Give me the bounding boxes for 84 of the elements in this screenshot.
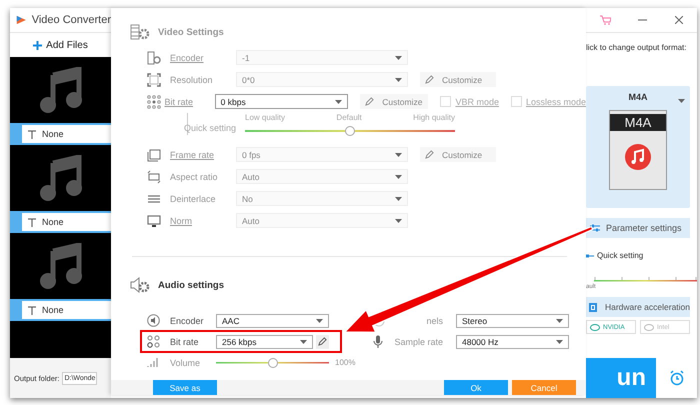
section-title: Video Settings (158, 26, 224, 38)
add-files-button[interactable]: Add Files (27, 38, 94, 52)
oval-icon (644, 324, 654, 330)
close-icon[interactable] (675, 16, 684, 24)
dots-icon (147, 94, 161, 108)
output-format-card[interactable]: M4A M4A (586, 86, 690, 208)
slider-thumb[interactable] (345, 126, 355, 136)
speaker-gear-icon (130, 277, 150, 293)
dropdown-caret-icon (556, 340, 563, 344)
quality-label: Low quality (245, 113, 286, 122)
setting-label: Bit rate (170, 336, 200, 346)
pencil-icon (318, 337, 327, 346)
dropdown-caret-icon (316, 318, 323, 322)
dropdown-caret-icon (300, 340, 307, 344)
music-note-icon (38, 67, 82, 113)
music-note-icon (38, 155, 82, 201)
format-name: M4A (628, 92, 648, 102)
oval-icon (590, 324, 600, 330)
pencil-icon (425, 150, 434, 159)
text-icon (28, 306, 36, 314)
text-icon (28, 218, 36, 226)
parameter-settings-button[interactable]: Parameter settings (586, 218, 690, 238)
dropdown-caret-icon (556, 318, 563, 322)
quality-label: Default (336, 113, 362, 122)
setting-label: nels (425, 316, 444, 326)
dropdown-caret-icon (678, 99, 685, 103)
subtitle-field[interactable]: None (22, 213, 111, 231)
frame-corners-icon (147, 72, 161, 86)
dropdown-caret-icon (395, 56, 402, 60)
checkbox[interactable]: VBR mode (440, 96, 499, 107)
microphone-icon (373, 334, 383, 348)
format-hint: lick to change output format: (586, 43, 688, 52)
dropdown-caret-icon (395, 174, 402, 178)
dropdown[interactable]: Stereo (456, 314, 569, 328)
subtitle-field[interactable]: None (22, 125, 111, 143)
app-title: Video Converter (32, 14, 111, 26)
setting-label: Aspect ratio (170, 172, 219, 182)
circles-icon (147, 335, 160, 348)
setting-link[interactable]: Bit rate (164, 96, 215, 106)
quick-setting-label: Quick setting (187, 113, 240, 135)
minimize-icon[interactable] (638, 19, 648, 21)
logo-icon (16, 14, 27, 26)
cancel-button[interactable]: Cancel (512, 380, 576, 395)
setting-label: Encoder (170, 316, 205, 326)
slider-icon (586, 254, 594, 258)
volume-reading: 100% (335, 358, 356, 367)
text-icon (28, 130, 36, 138)
sliders-icon (590, 223, 600, 233)
speaker-icon (147, 314, 160, 327)
dropdown[interactable]: 0 kbps (214, 94, 348, 109)
setting-label: Deinterlace (170, 194, 217, 204)
alarm-clock-icon[interactable] (668, 370, 684, 386)
setting-label: Resolution (170, 74, 214, 84)
subtitle-field[interactable]: None (22, 301, 111, 319)
dropdown-caret-icon (395, 196, 402, 200)
dropdown-caret-icon (395, 218, 402, 222)
m4a-file-icon: M4A (609, 110, 667, 190)
dropdown[interactable]: 256 kbps (216, 334, 313, 348)
volume-bars-icon (147, 357, 159, 368)
section-title: Audio settings (158, 280, 224, 290)
pencil-icon (365, 97, 374, 106)
slider-thumb[interactable] (268, 358, 278, 368)
cart-icon[interactable] (600, 15, 611, 25)
frame-icon (147, 148, 161, 162)
setting-label: Volume (170, 358, 202, 368)
dropdown-caret-icon (395, 78, 402, 82)
pencil-icon (425, 75, 434, 84)
run-button[interactable]: un (586, 358, 656, 398)
dropdown[interactable]: AAC (216, 314, 329, 328)
quick-setting-label: Quick setting (597, 251, 644, 260)
ok-button[interactable]: Ok (444, 380, 508, 395)
aspect-ratio-icon (147, 170, 161, 184)
dropdown-caret-icon (335, 100, 342, 104)
setting-label: Sample rate (393, 336, 444, 346)
checkbox[interactable]: Lossless mode (510, 96, 586, 107)
music-note-icon (38, 243, 82, 289)
save-as-button[interactable]: Save as (153, 380, 217, 395)
quality-label: High quality (413, 113, 455, 122)
edit-button[interactable] (316, 334, 329, 348)
plus-icon (33, 40, 42, 50)
hardware-acceleration-option[interactable]: Hardware acceleration (586, 297, 690, 317)
dropdown-caret-icon (395, 152, 402, 156)
monitor-icon (147, 214, 161, 228)
dropdown[interactable]: 48000 Hz (456, 334, 569, 348)
